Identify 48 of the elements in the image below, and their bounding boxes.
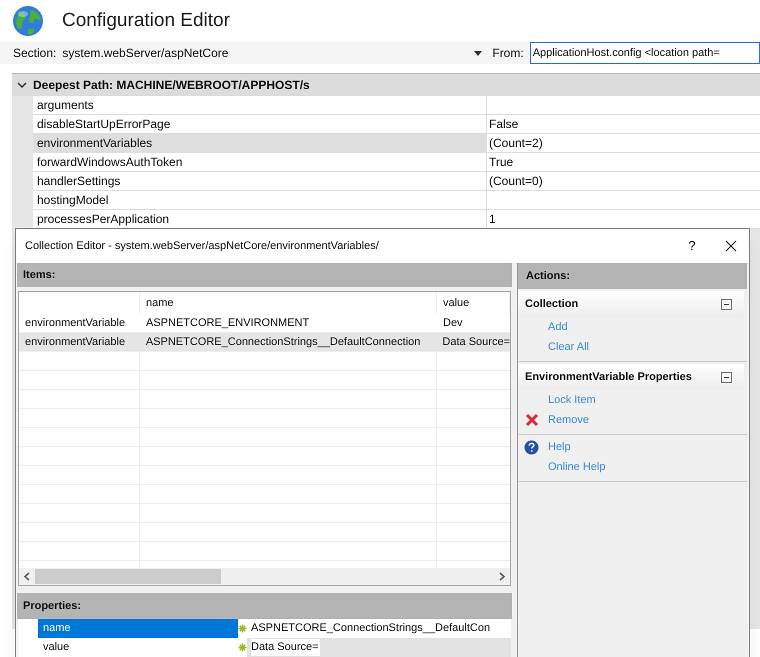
globe-icon: [11, 4, 45, 38]
property-name-cell[interactable]: processesPerApplication: [33, 210, 487, 229]
property-value-cell[interactable]: False: [487, 115, 760, 134]
scroll-left-icon[interactable]: [24, 572, 30, 581]
group-title: Collection: [525, 296, 580, 312]
property-name[interactable]: value: [38, 638, 238, 657]
close-icon[interactable]: [725, 240, 737, 252]
table-cell-text: Dev: [442, 316, 464, 331]
property-name-cell[interactable]: disableStartUpErrorPage: [33, 115, 487, 134]
property-value: ASPNETCORE_ConnectionStrings__DefaultCon: [251, 621, 490, 636]
modified-icon: [238, 624, 247, 633]
property-name-cell[interactable]: arguments: [33, 96, 487, 115]
help-button[interactable]: ?: [677, 234, 707, 258]
property-value-cell[interactable]: True: [487, 153, 760, 172]
delete-icon: [524, 413, 538, 427]
property-name-cell[interactable]: handlerSettings: [33, 172, 487, 191]
properties-header: Properties:: [17, 593, 512, 619]
collapse-icon[interactable]: [721, 372, 732, 382]
property-value-cell[interactable]: (Count=2): [487, 134, 760, 153]
group-title: EnvironmentVariable Properties: [525, 370, 693, 385]
property-value: Data Source=: [251, 639, 320, 656]
items-header: Items:: [17, 263, 512, 287]
table-cell-text: ASPNETCORE_ConnectionStrings__DefaultConnection: [144, 334, 422, 350]
property-name[interactable]: name: [38, 619, 238, 638]
from-label: From:: [492, 45, 524, 62]
property-value-cell[interactable]: 1: [487, 210, 760, 229]
table-cell-text: ASPNETCORE_ENVIRONMENT: [145, 316, 310, 331]
actions-header: Actions:: [518, 263, 747, 289]
property-name-cell[interactable]: hostingModel: [33, 191, 487, 210]
collapse-icon[interactable]: [721, 298, 732, 310]
item-row[interactable]: environmentVariable ASPNETCORE_ConnectionStrings__DefaultConnection Data Source=: [19, 333, 510, 352]
modified-icon: [238, 643, 247, 652]
property-name-cell[interactable]: forwardWindowsAuthToken: [33, 153, 487, 172]
dialog-title: Collection Editor - system.webServer/aspNetCore/environmentVariables/: [25, 238, 380, 254]
from-field[interactable]: ApplicationHost.config <location path=: [530, 42, 760, 64]
table-cell-text: Data Source=: [441, 334, 510, 350]
grid-header[interactable]: Deepest Path: MACHINE/WEBROOT/APPHOST/s: [12, 74, 760, 96]
help-icon: [524, 440, 539, 454]
property-name-cell[interactable]: environmentVariables: [33, 134, 487, 153]
table-cell-text: environmentVariable: [24, 316, 126, 331]
deepest-path-text: Deepest Path: MACHINE/WEBROOT/APPHOST/s: [33, 77, 310, 94]
window-title: Configuration Editor: [62, 8, 230, 33]
property-value-cell[interactable]: (Count=0): [487, 172, 760, 191]
dropdown-arrow-icon: [474, 50, 482, 56]
scroll-right-icon[interactable]: [499, 572, 505, 581]
table-cell-text: environmentVariable: [24, 334, 126, 350]
section-label: Section:: [13, 45, 56, 62]
property-value-field[interactable]: Data Source=: [247, 638, 511, 657]
